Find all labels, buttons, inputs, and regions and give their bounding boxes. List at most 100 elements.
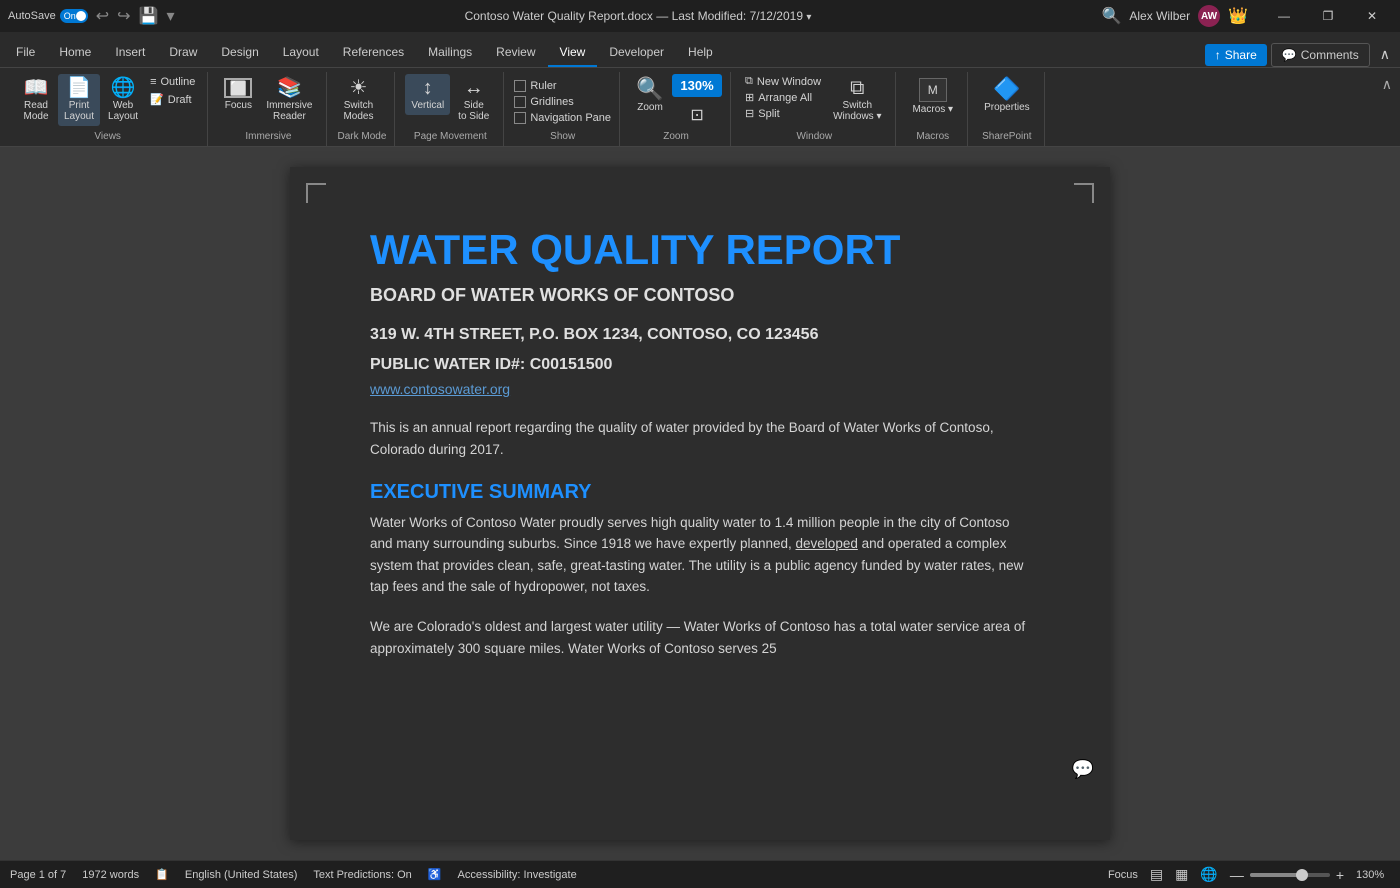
last-modified-dropdown[interactable]: ▾: [806, 12, 811, 23]
restore-button[interactable]: ❐: [1308, 2, 1348, 30]
draft-icon: 📝: [150, 93, 164, 106]
tab-developer[interactable]: Developer: [597, 39, 676, 67]
ribbon-group-macros: M Macros ▾ Macros: [898, 72, 968, 146]
side-to-side-button[interactable]: ↔ Sideto Side: [452, 74, 495, 126]
new-window-button[interactable]: ⧉ New Window: [741, 74, 825, 89]
comment-icon[interactable]: 💬: [1072, 759, 1094, 780]
web-layout-button[interactable]: 🌐 WebLayout: [102, 74, 144, 126]
tab-home[interactable]: Home: [47, 39, 103, 67]
zoom-one-page-button[interactable]: ⊡: [672, 101, 722, 129]
tab-file[interactable]: File: [4, 39, 47, 67]
zoom-slider-track[interactable]: [1250, 873, 1330, 877]
tab-references[interactable]: References: [331, 39, 416, 67]
views-items: 📖 ReadMode 📄 PrintLayout 🌐 WebLayout ≡ O…: [16, 74, 199, 129]
layout2-icon[interactable]: ▦: [1175, 866, 1188, 883]
share-icon: ↑: [1215, 48, 1221, 62]
search-icon[interactable]: 🔍: [1101, 6, 1121, 26]
ribbon-collapse-button[interactable]: ∧: [1374, 42, 1396, 67]
undo-icon[interactable]: ↩: [96, 6, 109, 26]
outline-button[interactable]: ≡ Outline: [146, 74, 199, 90]
web-layout-icon: 🌐: [111, 78, 136, 98]
outline-draft-group: ≡ Outline 📝 Draft: [146, 74, 199, 108]
immersive-items: ⬜ Focus 📚 ImmersiveReader: [218, 74, 318, 129]
ribbon-actions: ↑ Share 💬 Comments ∧: [1205, 42, 1396, 67]
switch-modes-button[interactable]: ☀ SwitchModes: [337, 74, 379, 126]
last-modified-label: Last Modified: 7/12/2019: [672, 9, 803, 23]
ribbon-group-pagemovement: ↕ Vertical ↔ Sideto Side Page Movement: [397, 72, 504, 146]
document-main-title: WATER QUALITY REPORT: [370, 227, 1030, 273]
navigation-pane-checkbox[interactable]: Navigation Pane: [514, 111, 611, 125]
tab-insert[interactable]: Insert: [103, 39, 157, 67]
tab-draw[interactable]: Draw: [157, 39, 209, 67]
status-bar: Page 1 of 7 1972 words 📋 English (United…: [0, 860, 1400, 888]
ruler-checkbox[interactable]: Ruler: [514, 79, 556, 93]
layout-icon[interactable]: ▤: [1150, 866, 1163, 883]
ruler-checkbox-box[interactable]: [514, 80, 526, 92]
document-subtitle: BOARD OF WATER WORKS OF CONTOSO: [370, 285, 1030, 306]
filename-label: Contoso Water Quality Report.docx: [465, 9, 653, 23]
executive-summary-title: EXECUTIVE SUMMARY: [370, 481, 1030, 504]
ribbon-collapse-end-button[interactable]: ∧: [1382, 76, 1392, 93]
focus-label[interactable]: Focus: [1108, 869, 1138, 881]
language-label[interactable]: English (United States): [185, 869, 298, 881]
zoom-pct-button[interactable]: 130%: [672, 74, 722, 97]
page-count: Page 1 of 7: [10, 869, 66, 881]
developed-text: developed: [796, 536, 858, 551]
immersive-label: Immersive: [218, 131, 318, 144]
navigation-pane-checkbox-box[interactable]: [514, 112, 526, 124]
zoom-slider-thumb[interactable]: [1296, 869, 1308, 881]
properties-button[interactable]: 🔷 Properties: [978, 74, 1036, 117]
macros-icon: M: [919, 78, 947, 102]
proofing-icon[interactable]: 📋: [155, 868, 169, 881]
macros-button[interactable]: M Macros ▾: [906, 74, 959, 119]
zoom-plus-icon[interactable]: +: [1336, 867, 1344, 883]
comments-button[interactable]: 💬 Comments: [1271, 43, 1370, 67]
tab-design[interactable]: Design: [209, 39, 270, 67]
share-button[interactable]: ↑ Share: [1205, 44, 1267, 66]
corner-mark-tl: [306, 183, 326, 203]
ribbon-group-window: ⧉ New Window ⊞ Arrange All ⊟ Split ⧉ Swi…: [733, 72, 896, 146]
split-button[interactable]: ⊟ Split: [741, 106, 825, 121]
print-layout-button[interactable]: 📄 PrintLayout: [58, 74, 100, 126]
zoom-minus-icon[interactable]: —: [1230, 867, 1244, 883]
show-label: Show: [514, 131, 611, 144]
user-avatar[interactable]: AW: [1198, 5, 1220, 27]
tab-help[interactable]: Help: [676, 39, 725, 67]
pagemovement-items: ↕ Vertical ↔ Sideto Side: [405, 74, 495, 129]
document-website[interactable]: www.contosowater.org: [370, 381, 1030, 397]
draft-button[interactable]: 📝 Draft: [146, 91, 199, 108]
sharepoint-label: SharePoint: [978, 131, 1036, 144]
document-address1: 319 W. 4TH STREET, P.O. BOX 1234, CONTOS…: [370, 322, 1030, 348]
save-icon[interactable]: 💾: [139, 6, 159, 26]
redo-icon[interactable]: ↪: [117, 6, 130, 26]
views-label: Views: [16, 131, 199, 144]
gridlines-checkbox[interactable]: Gridlines: [514, 95, 573, 109]
immersive-reader-button[interactable]: 📚 ImmersiveReader: [260, 74, 318, 126]
zoom-level-label[interactable]: 130%: [1356, 869, 1390, 881]
tab-mailings[interactable]: Mailings: [416, 39, 484, 67]
accessibility-icon[interactable]: ♿: [428, 868, 442, 881]
close-button[interactable]: ✕: [1352, 2, 1392, 30]
ribbon-group-immersive: ⬜ Focus 📚 ImmersiveReader Immersive: [210, 72, 327, 146]
username-label: Alex Wilber: [1129, 9, 1190, 23]
switch-windows-button[interactable]: ⧉ SwitchWindows ▾: [827, 74, 887, 126]
window-controls: — ❐ ✕: [1264, 2, 1392, 30]
read-mode-button[interactable]: 📖 ReadMode: [16, 74, 56, 126]
crown-icon: 👑: [1228, 6, 1248, 26]
vertical-button[interactable]: ↕ Vertical: [405, 74, 450, 115]
autosave-toggle[interactable]: On: [60, 9, 88, 23]
executive-summary-para2: We are Colorado's oldest and largest wat…: [370, 616, 1030, 659]
show-items: Ruler Gridlines Navigation Pane: [514, 74, 611, 129]
window-label: Window: [741, 131, 887, 144]
gridlines-checkbox-box[interactable]: [514, 96, 526, 108]
customize-icon[interactable]: ▾: [166, 6, 174, 26]
tab-layout[interactable]: Layout: [271, 39, 331, 67]
minimize-button[interactable]: —: [1264, 2, 1304, 30]
tab-view[interactable]: View: [548, 39, 598, 67]
tab-review[interactable]: Review: [484, 39, 547, 67]
web-layout-status-icon[interactable]: 🌐: [1200, 866, 1217, 883]
accessibility-label[interactable]: Accessibility: Investigate: [458, 869, 577, 881]
zoom-button[interactable]: 🔍 Zoom: [630, 74, 670, 117]
arrange-all-button[interactable]: ⊞ Arrange All: [741, 90, 825, 105]
focus-button[interactable]: ⬜ Focus: [218, 74, 258, 115]
